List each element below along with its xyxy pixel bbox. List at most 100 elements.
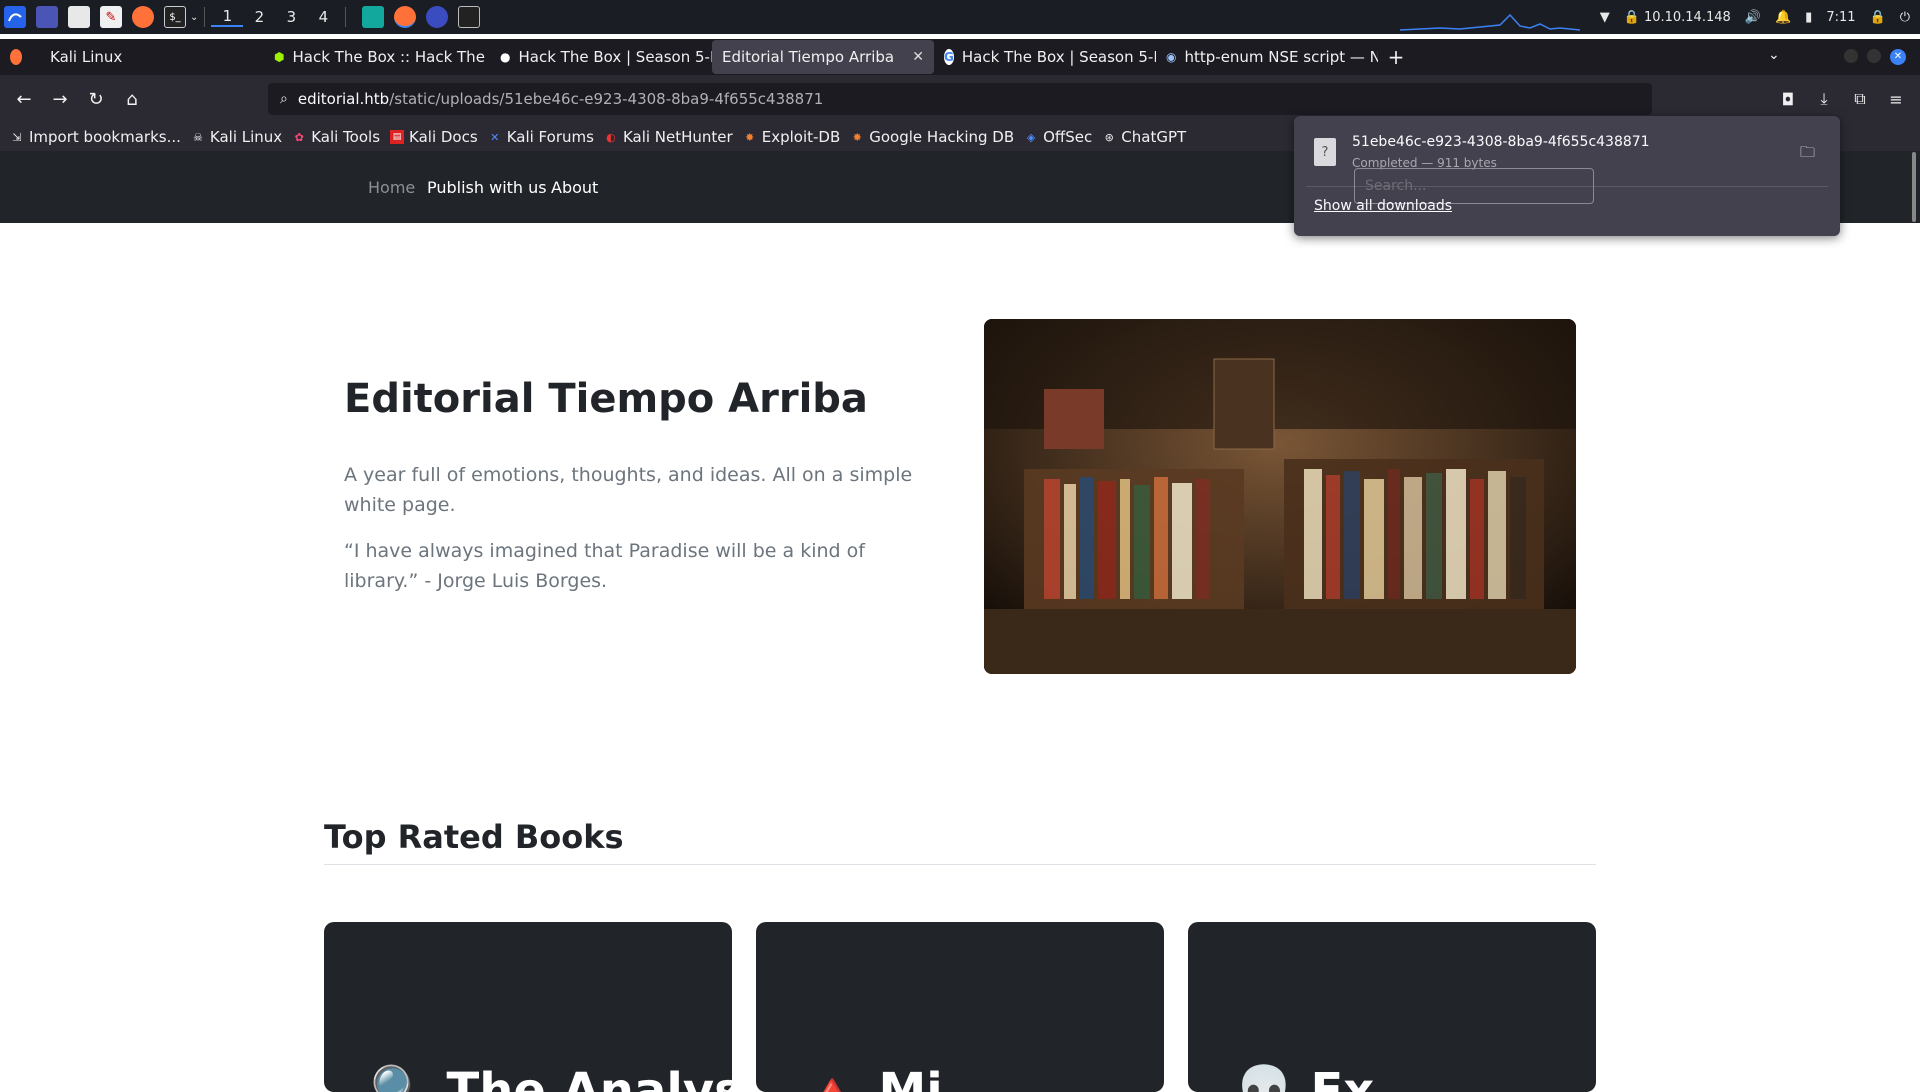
close-window-icon[interactable]: ✕ bbox=[1890, 49, 1906, 65]
maximize-window-icon[interactable] bbox=[1867, 49, 1881, 63]
bookmark-label: Google Hacking DB bbox=[869, 128, 1015, 146]
book-card-title: 💀 Ex bbox=[1234, 1063, 1375, 1092]
show-all-downloads-link[interactable]: Show all downloads bbox=[1314, 198, 1452, 214]
firefox-taskbar-icon[interactable] bbox=[394, 6, 417, 28]
bookmark-kali-nethunter[interactable]: ◐ Kali NetHunter bbox=[604, 128, 733, 146]
extensions-icon[interactable]: ⧉ bbox=[1842, 81, 1878, 117]
home-button[interactable]: ⌂ bbox=[114, 81, 150, 117]
downloads-panel: ? 51ebe46c-e923-4308-8ba9-4f655c438871 C… bbox=[1294, 116, 1840, 236]
url-bar[interactable]: ⌕ editorial.htb/static/uploads/51ebe46c-… bbox=[268, 83, 1652, 115]
hero-quote: “I have always imagined that Paradise wi… bbox=[344, 540, 865, 592]
tab-htb-2[interactable]: ● Hack The Box | Season 5-Ed bbox=[490, 40, 712, 74]
close-tab-icon[interactable]: ✕ bbox=[912, 49, 924, 65]
nmap-icon: ◉ bbox=[1166, 50, 1177, 64]
kali-icon: ☠ bbox=[192, 130, 203, 144]
reload-button[interactable]: ↻ bbox=[78, 81, 114, 117]
bookmark-label: Kali Tools bbox=[311, 128, 381, 146]
new-tab-button[interactable]: + bbox=[1378, 45, 1414, 69]
pocket-icon[interactable]: ◘ bbox=[1770, 81, 1806, 117]
back-button[interactable]: ← bbox=[6, 81, 42, 117]
firefox-view-tab[interactable] bbox=[0, 40, 40, 74]
menu-icon[interactable]: ≡ bbox=[1878, 81, 1914, 117]
text-editor-icon[interactable]: ✎ bbox=[100, 6, 122, 28]
terminal-taskbar-icon[interactable] bbox=[458, 6, 481, 28]
section-divider bbox=[324, 864, 1596, 865]
htb-dark-icon: ● bbox=[500, 50, 511, 64]
bookmark-exploit-db[interactable]: ✸ Exploit-DB bbox=[743, 128, 841, 146]
bookmark-offsec[interactable]: ◈ OffSec bbox=[1024, 128, 1092, 146]
workspace-3[interactable]: 3 bbox=[275, 8, 307, 26]
terminal-icon[interactable]: $_ bbox=[164, 6, 186, 28]
ghdb-icon: ✸ bbox=[852, 130, 862, 144]
kali-docs-icon: ▤ bbox=[390, 130, 405, 144]
kali-menu-icon[interactable] bbox=[4, 6, 26, 28]
tab-htb-1[interactable]: ⬢ Hack The Box :: Hack The Bo bbox=[264, 40, 490, 74]
book-card-title: 🔺 Mi bbox=[802, 1063, 943, 1092]
chevron-down-icon[interactable]: ⌄ bbox=[190, 12, 198, 23]
clock[interactable]: 7:11 bbox=[1826, 10, 1855, 25]
open-folder-icon[interactable]: 🗀 bbox=[1800, 142, 1815, 167]
list-all-tabs-icon[interactable]: ⌄ bbox=[1768, 47, 1780, 63]
bookmark-label: Kali Forums bbox=[506, 128, 594, 146]
page-title: Editorial Tiempo Arriba bbox=[344, 376, 868, 422]
tab-htb-3[interactable]: G Hack The Box | Season 5-Ed bbox=[934, 40, 1156, 74]
bookmark-kali-forums[interactable]: ✕ Kali Forums bbox=[488, 128, 594, 146]
bookmark-kali-docs[interactable]: ▤ Kali Docs bbox=[390, 128, 478, 146]
google-icon: G bbox=[944, 49, 954, 65]
page-scrollbar[interactable] bbox=[1912, 152, 1916, 222]
file-manager-icon[interactable] bbox=[68, 6, 90, 28]
bookmark-kali-linux[interactable]: ☠ Kali Linux bbox=[191, 128, 282, 146]
offsec-icon: ◈ bbox=[1026, 130, 1036, 144]
nethunter-icon: ◐ bbox=[606, 130, 616, 144]
section-title: Top Rated Books bbox=[324, 818, 624, 856]
hero-bookstore-image bbox=[984, 319, 1576, 674]
workspace-1[interactable]: 1 bbox=[211, 7, 244, 27]
workspace-4[interactable]: 4 bbox=[307, 8, 339, 26]
battery-icon[interactable]: ▮ bbox=[1805, 10, 1812, 25]
tab-kali-linux[interactable]: Kali Linux bbox=[40, 40, 264, 74]
book-card[interactable]: 🔍 The Analyst bbox=[324, 922, 732, 1092]
url-host: editorial.htb bbox=[297, 90, 390, 108]
kali-tools-icon: ✿ bbox=[294, 130, 304, 144]
bookmark-chatgpt[interactable]: ⊛ ChatGPT bbox=[1102, 128, 1187, 146]
desktop-icon[interactable] bbox=[36, 6, 58, 28]
bookmark-import[interactable]: ⇲ Import bookmarks... bbox=[10, 128, 181, 146]
nav-home-link[interactable]: Home bbox=[368, 178, 415, 197]
workspace-2[interactable]: 2 bbox=[243, 8, 275, 26]
tab-label: Kali Linux bbox=[50, 48, 123, 66]
volume-icon[interactable]: 🔊 bbox=[1745, 10, 1761, 25]
bookmark-label: Kali Docs bbox=[409, 128, 478, 146]
wifi-icon[interactable]: ▼ bbox=[1600, 10, 1610, 25]
bookmark-label: Kali NetHunter bbox=[622, 128, 733, 146]
app-blue-icon[interactable] bbox=[426, 6, 449, 28]
lock-screen-icon[interactable]: 🔒 bbox=[1870, 10, 1886, 25]
minimize-window-icon[interactable] bbox=[1844, 49, 1858, 63]
book-card[interactable]: 💀 Ex bbox=[1188, 922, 1596, 1092]
bookmark-label: Exploit-DB bbox=[761, 128, 841, 146]
htb-icon: ⬢ bbox=[274, 50, 285, 64]
tab-label: http-enum NSE script — Nm bbox=[1184, 48, 1378, 66]
power-icon[interactable]: ⏻ bbox=[1900, 10, 1910, 25]
import-icon: ⇲ bbox=[12, 130, 22, 144]
bookmark-kali-tools[interactable]: ✿ Kali Tools bbox=[292, 128, 380, 146]
nav-publish-link[interactable]: Publish with us bbox=[427, 178, 547, 197]
app-teal-icon[interactable] bbox=[362, 6, 385, 28]
kali-forums-icon: ✕ bbox=[490, 130, 500, 144]
bell-icon[interactable]: 🔔 bbox=[1775, 10, 1791, 25]
bookmark-ghdb[interactable]: ✸ Google Hacking DB bbox=[850, 128, 1014, 146]
book-card[interactable]: 🔺 Mi bbox=[756, 922, 1164, 1092]
forward-button[interactable]: → bbox=[42, 81, 78, 117]
book-card-title: 🔍 The Analyst bbox=[370, 1063, 732, 1092]
tab-editorial[interactable]: Editorial Tiempo Arriba ✕ bbox=[712, 40, 934, 74]
url-path: /static/uploads/51ebe46c-e923-4308-8ba9-… bbox=[389, 90, 824, 108]
unknown-file-icon: ? bbox=[1314, 138, 1336, 166]
hero-description: A year full of emotions, thoughts, and i… bbox=[344, 464, 913, 516]
tab-nmap[interactable]: ◉ http-enum NSE script — Nm bbox=[1156, 40, 1378, 74]
firefox-launcher-icon[interactable] bbox=[132, 6, 154, 28]
bookmark-label: ChatGPT bbox=[1121, 128, 1187, 146]
download-filename[interactable]: 51ebe46c-e923-4308-8ba9-4f655c438871 bbox=[1352, 134, 1650, 150]
downloads-icon[interactable]: ⤓ bbox=[1806, 81, 1842, 117]
nav-about-link[interactable]: About bbox=[551, 178, 598, 197]
tab-label: Hack The Box | Season 5-Ed bbox=[518, 48, 712, 66]
chatgpt-icon: ⊛ bbox=[1104, 130, 1114, 144]
